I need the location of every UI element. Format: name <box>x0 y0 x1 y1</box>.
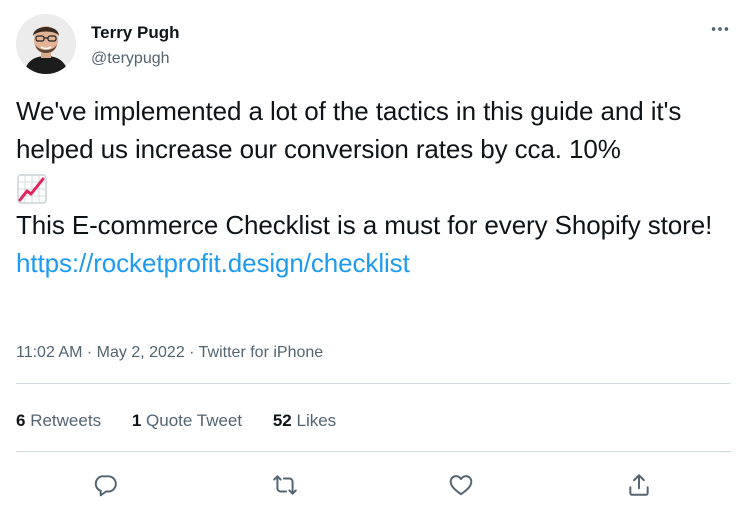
retweets-label: Retweets <box>30 411 102 430</box>
likes-count: 52 <box>272 411 292 430</box>
tweet-time[interactable]: 11:02 AM <box>16 344 82 361</box>
author-handle[interactable]: @terypugh <box>91 48 179 70</box>
tweet-stats: 6 Retweets 1 Quote Tweet 52 Likes <box>16 410 362 432</box>
tweet-text: We've implemented a lot of the tactics i… <box>16 92 731 282</box>
tweet-link[interactable]: https://rocketprofit.design/checklist <box>16 248 410 278</box>
quote-tweets-count: 1 <box>131 411 142 430</box>
author-names: Terry Pugh @terypugh <box>91 22 179 70</box>
retweets-count: 6 <box>16 411 26 430</box>
avatar[interactable] <box>16 14 76 74</box>
meta-separator: · <box>189 344 195 361</box>
action-bar <box>0 468 745 502</box>
author-display-name[interactable]: Terry Pugh <box>91 22 179 44</box>
divider <box>16 451 731 452</box>
retweets-stat[interactable]: 6 Retweets <box>16 411 106 430</box>
tweet-header: Terry Pugh @terypugh <box>16 14 731 76</box>
quote-tweets-stat[interactable]: 1 Quote Tweet <box>132 411 247 430</box>
tweet-source[interactable]: Twitter for iPhone <box>199 344 324 361</box>
reply-icon[interactable] <box>88 468 122 502</box>
chart-increasing-emoji-icon <box>16 173 48 205</box>
quote-tweets-label: Quote Tweet <box>146 411 243 430</box>
tweet-text-line2: This E-commerce Checklist is a must for … <box>16 210 713 240</box>
likes-label: Likes <box>296 411 337 430</box>
tweet-text-line1: We've implemented a lot of the tactics i… <box>16 96 682 164</box>
share-icon[interactable] <box>622 468 656 502</box>
like-icon[interactable] <box>444 468 478 502</box>
divider <box>16 383 731 384</box>
meta-separator: · <box>86 344 93 361</box>
tweet-meta: 11:02 AM · May 2, 2022 · Twitter for iPh… <box>16 343 323 363</box>
tweet-date[interactable]: May 2, 2022 <box>97 344 185 361</box>
more-icon[interactable] <box>709 18 731 40</box>
retweet-icon[interactable] <box>268 468 302 502</box>
likes-stat[interactable]: 52 Likes <box>273 411 336 430</box>
